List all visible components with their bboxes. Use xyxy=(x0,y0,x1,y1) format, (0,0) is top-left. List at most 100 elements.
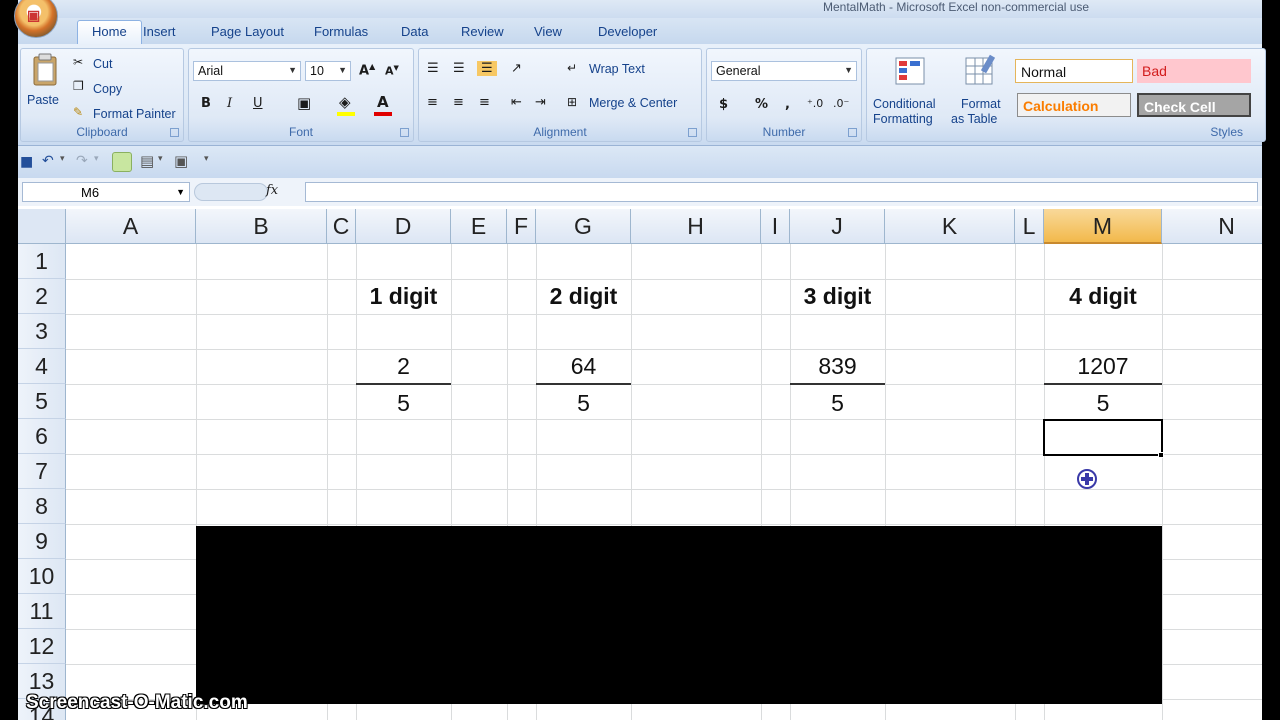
column-header-e[interactable]: E xyxy=(451,209,507,244)
name-box[interactable]: M6 ▼ xyxy=(22,182,190,202)
format-as-table-icon[interactable] xyxy=(963,53,997,87)
column-header-m[interactable]: M xyxy=(1044,209,1162,244)
cut-button[interactable]: Cut xyxy=(93,57,112,71)
font-color-icon[interactable]: A xyxy=(377,93,389,111)
row-header-4[interactable]: 4 xyxy=(18,349,66,384)
row-header-1[interactable]: 1 xyxy=(18,244,66,279)
cell-g4[interactable]: 64 xyxy=(536,353,631,380)
column-header-h[interactable]: H xyxy=(631,209,761,244)
chevron-down-icon[interactable]: ▾ xyxy=(94,154,99,164)
tab-page-layout[interactable]: Page Layout xyxy=(211,24,284,39)
column-header-d[interactable]: D xyxy=(356,209,451,244)
tab-home[interactable]: Home xyxy=(77,20,142,44)
formula-input[interactable] xyxy=(305,182,1258,202)
cell-j4[interactable]: 839 xyxy=(790,353,885,380)
undo-icon[interactable]: ↶ xyxy=(42,153,54,169)
orientation-icon[interactable]: ↗ xyxy=(511,61,522,76)
chevron-down-icon[interactable]: ▾ xyxy=(60,154,65,164)
wrap-text-button[interactable]: Wrap Text xyxy=(589,62,645,76)
border-icon[interactable]: ▣ xyxy=(297,94,311,112)
number-launcher-icon[interactable] xyxy=(848,128,857,137)
font-name-select[interactable]: Arial ▼ xyxy=(193,61,301,81)
tab-insert[interactable]: Insert xyxy=(143,24,176,39)
chevron-down-icon[interactable]: ▾ xyxy=(158,154,163,164)
alignment-launcher-icon[interactable] xyxy=(688,128,697,137)
tab-review[interactable]: Review xyxy=(461,24,504,39)
active-cell-m6[interactable] xyxy=(1043,419,1163,456)
cell-j5[interactable]: 5 xyxy=(790,390,885,417)
tab-view[interactable]: View xyxy=(534,24,562,39)
conditional-formatting-icon[interactable] xyxy=(893,53,927,87)
tab-formulas[interactable]: Formulas xyxy=(314,24,368,39)
merge-center-button[interactable]: Merge & Center xyxy=(589,96,677,110)
column-header-b[interactable]: B xyxy=(196,209,327,244)
increase-indent-icon[interactable]: ⇥ xyxy=(535,95,546,110)
row-header-6[interactable]: 6 xyxy=(18,419,66,454)
cell-m2[interactable]: 4 digit xyxy=(1044,283,1162,310)
align-center-icon[interactable]: ≡ xyxy=(453,95,464,110)
row-header-12[interactable]: 12 xyxy=(18,629,66,664)
row-header-10[interactable]: 10 xyxy=(18,559,66,594)
column-header-i[interactable]: I xyxy=(761,209,790,244)
style-bad[interactable]: Bad xyxy=(1137,59,1251,83)
decrease-decimal-icon[interactable]: .0⁻ xyxy=(833,97,849,110)
currency-button[interactable]: $ xyxy=(719,97,728,112)
comma-button[interactable]: , xyxy=(785,97,790,112)
column-header-f[interactable]: F xyxy=(507,209,536,244)
align-top-icon[interactable]: ☰ xyxy=(427,61,439,76)
fill-handle[interactable] xyxy=(1158,452,1164,458)
format-as-table-line1[interactable]: Format xyxy=(961,97,1001,111)
row-header-3[interactable]: 3 xyxy=(18,314,66,349)
increase-decimal-icon[interactable]: ⁺.0 xyxy=(807,97,823,110)
align-bottom-icon[interactable]: ☰ xyxy=(477,61,497,76)
shrink-font-icon[interactable]: A▼ xyxy=(385,64,399,78)
print-preview-icon[interactable]: ▣ xyxy=(174,152,188,170)
column-header-a[interactable]: A xyxy=(66,209,196,244)
cell-m4[interactable]: 1207 xyxy=(1044,353,1162,380)
cell-g5[interactable]: 5 xyxy=(536,390,631,417)
column-header-c[interactable]: C xyxy=(327,209,356,244)
format-as-table-line2[interactable]: as Table xyxy=(951,112,997,126)
font-size-select[interactable]: 10 ▼ xyxy=(305,61,351,81)
copy-button[interactable]: Copy xyxy=(93,82,122,96)
row-header-9[interactable]: 9 xyxy=(18,524,66,559)
conditional-formatting-line1[interactable]: Conditional xyxy=(873,97,936,111)
style-calculation[interactable]: Calculation xyxy=(1017,93,1131,117)
redo-icon[interactable]: ↷ xyxy=(76,153,88,169)
align-right-icon[interactable]: ≡ xyxy=(479,95,490,110)
format-painter-button[interactable]: Format Painter xyxy=(93,107,176,121)
column-header-l[interactable]: L xyxy=(1015,209,1044,244)
style-check-cell[interactable]: Check Cell xyxy=(1137,93,1251,117)
macro-icon[interactable] xyxy=(112,152,132,172)
cell-m5[interactable]: 5 xyxy=(1044,390,1162,417)
percent-button[interactable]: % xyxy=(755,97,768,112)
cell-g2[interactable]: 2 digit xyxy=(536,283,631,310)
row-header-11[interactable]: 11 xyxy=(18,594,66,629)
select-all-button[interactable] xyxy=(18,209,66,244)
font-launcher-icon[interactable] xyxy=(400,128,409,137)
save-icon[interactable]: ■ xyxy=(20,154,33,170)
align-left-icon[interactable]: ≡ xyxy=(427,95,438,110)
column-header-k[interactable]: K xyxy=(885,209,1015,244)
row-header-2[interactable]: 2 xyxy=(18,279,66,314)
customize-toolbar-icon[interactable]: ▾ xyxy=(204,154,209,164)
number-format-select[interactable]: General ▼ xyxy=(711,61,857,81)
column-header-j[interactable]: J xyxy=(790,209,885,244)
cell-d4[interactable]: 2 xyxy=(356,353,451,380)
conditional-formatting-line2[interactable]: Formatting xyxy=(873,112,933,126)
tab-data[interactable]: Data xyxy=(401,24,428,39)
row-header-7[interactable]: 7 xyxy=(18,454,66,489)
cell-d2[interactable]: 1 digit xyxy=(356,283,451,310)
cell-d5[interactable]: 5 xyxy=(356,390,451,417)
paste-button[interactable]: Paste xyxy=(27,93,59,107)
underline-button[interactable]: U xyxy=(253,96,263,111)
bold-button[interactable]: B xyxy=(201,96,211,111)
decrease-indent-icon[interactable]: ⇤ xyxy=(511,95,522,110)
column-header-g[interactable]: G xyxy=(536,209,631,244)
insert-function-button[interactable]: fx xyxy=(266,183,278,198)
grow-font-icon[interactable]: A▲ xyxy=(359,62,375,78)
sheet-icon[interactable]: ▤ xyxy=(140,152,154,170)
paste-icon[interactable] xyxy=(31,53,59,87)
row-header-8[interactable]: 8 xyxy=(18,489,66,524)
italic-button[interactable]: I xyxy=(227,96,232,111)
